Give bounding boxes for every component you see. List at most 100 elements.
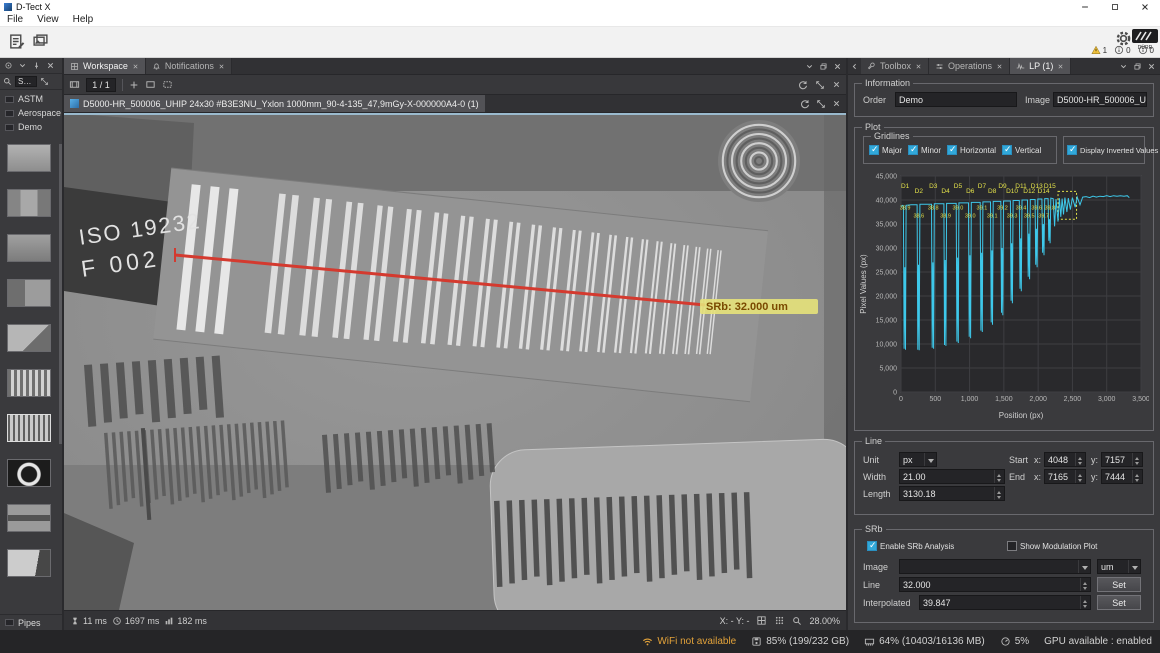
panel-menu-icon[interactable] (1119, 62, 1128, 71)
close-button[interactable] (1130, 0, 1160, 13)
thumbnail[interactable] (7, 459, 51, 487)
tree-item-aerospace[interactable]: Aerospace (0, 106, 62, 120)
set-interpolated-button[interactable]: Set (1097, 595, 1141, 610)
panel-menu-icon[interactable] (805, 62, 814, 71)
set-line-button[interactable]: Set (1097, 577, 1141, 592)
film-icon[interactable] (69, 79, 80, 90)
radiograph-viewer[interactable]: ISO 19232 F 002 (64, 113, 846, 610)
close-panel-icon[interactable] (833, 62, 842, 71)
chevron-down-icon[interactable] (18, 61, 27, 70)
menu-help[interactable]: Help (66, 14, 101, 25)
spinner[interactable] (1132, 453, 1142, 466)
tree-item-astm[interactable]: ASTM (0, 92, 62, 106)
close-panel-icon[interactable] (1147, 62, 1156, 71)
thumbnail-selected[interactable] (7, 414, 51, 442)
report-icon[interactable] (6, 31, 26, 51)
srb-line-field[interactable]: 32.000 (899, 577, 1091, 592)
checkbox-enable-srb-analysis[interactable]: Enable SRb Analysis (867, 541, 954, 551)
close-icon[interactable] (832, 80, 841, 89)
message-badge[interactable]: 0 (1138, 45, 1154, 55)
close-tab-icon[interactable] (218, 63, 225, 70)
fit-screen-icon[interactable] (816, 99, 826, 109)
marquee-icon[interactable] (162, 79, 173, 90)
dots-grid-icon[interactable] (774, 615, 785, 626)
srb-unit-select[interactable]: um (1097, 559, 1141, 574)
tab-operations[interactable]: Operations (929, 58, 1010, 74)
close-tab-icon[interactable] (132, 63, 139, 70)
tab-toolbox[interactable]: Toolbox (861, 58, 929, 74)
checkbox-horizontal[interactable]: Horizontal (947, 145, 996, 155)
fit-screen-icon[interactable] (815, 80, 825, 90)
spinner[interactable] (1075, 470, 1085, 483)
close-tab-icon[interactable] (1057, 63, 1064, 70)
minimize-button[interactable] (1070, 0, 1100, 13)
tree-item-demo[interactable]: Demo (0, 120, 62, 134)
spinner[interactable] (1080, 578, 1090, 591)
layout-icon[interactable] (145, 79, 156, 90)
close-icon[interactable] (832, 99, 841, 108)
menu-file[interactable]: File (0, 14, 30, 25)
checkbox-display-inverted-values[interactable]: Display Inverted Values (1067, 145, 1158, 155)
thumbnail[interactable] (7, 189, 51, 217)
svg-text:39.0: 39.0 (953, 206, 964, 212)
library-tree: ASTM Aerospace Demo (0, 92, 62, 134)
thumbnail-scrollbar[interactable] (59, 144, 62, 444)
srb-interpolated-field[interactable]: 39.847 (919, 595, 1091, 610)
spinner[interactable] (1132, 470, 1142, 483)
width-field[interactable]: 21.00 (899, 469, 1005, 484)
image-name-field[interactable]: D5000-HR_500006_UHIP 24x30 #B (1053, 92, 1147, 107)
zoom-icon[interactable] (792, 616, 802, 626)
menu-view[interactable]: View (30, 14, 66, 25)
zoom-level[interactable]: 28.00% (809, 616, 840, 626)
warning-badge[interactable]: 1 (1091, 45, 1107, 55)
checkbox-minor[interactable]: Minor (908, 145, 941, 155)
grid-toggle-icon[interactable] (756, 615, 767, 626)
srb-image-combo[interactable] (899, 559, 1091, 574)
unit-select[interactable]: px (899, 452, 937, 467)
thumbnail[interactable] (7, 324, 51, 352)
float-panel-icon[interactable] (1133, 62, 1142, 71)
image-tab[interactable]: D5000-HR_500006_UHIP 24x30 #B3E3NU_Yxlon… (64, 95, 485, 112)
tab-scroll-left-icon[interactable] (850, 62, 859, 71)
page-indicator[interactable]: 1 / 1 (86, 78, 116, 92)
close-panel-icon[interactable] (46, 61, 55, 70)
start-x-field[interactable]: 4048 (1044, 452, 1086, 467)
info-badge[interactable]: 0 (1114, 45, 1130, 55)
tree-item-pipes[interactable]: Pipes (0, 614, 62, 630)
image-manager-icon[interactable] (30, 31, 50, 51)
add-icon[interactable] (129, 80, 139, 90)
line-profile-chart[interactable]: 05,00010,00015,00020,00025,00030,00035,0… (857, 170, 1149, 422)
order-field[interactable]: Demo (895, 92, 1017, 107)
thumbnail[interactable] (7, 369, 51, 397)
end-y-field[interactable]: 7444 (1101, 469, 1143, 484)
spinner[interactable] (1080, 596, 1090, 609)
search-input[interactable]: Search (15, 76, 37, 87)
target-icon[interactable] (4, 61, 13, 70)
refresh-icon[interactable] (798, 80, 808, 90)
start-y-field[interactable]: 7157 (1101, 452, 1143, 467)
tab-lp[interactable]: LP (1) (1010, 58, 1071, 74)
thumbnail[interactable] (7, 279, 51, 307)
thumbnail[interactable] (7, 549, 51, 577)
float-panel-icon[interactable] (819, 62, 828, 71)
thumbnail[interactable] (7, 144, 51, 172)
checkbox-major[interactable]: Major (869, 145, 902, 155)
thumbnail[interactable] (7, 234, 51, 262)
refresh-icon[interactable] (800, 99, 810, 109)
end-x-field[interactable]: 7165 (1044, 469, 1086, 484)
length-field[interactable]: 3130.18 (899, 486, 1005, 501)
statusbar: WiFi not available 85% (199/232 GB) 64% … (0, 630, 1160, 653)
spinner[interactable] (994, 487, 1004, 500)
expand-search-icon[interactable] (40, 77, 49, 86)
close-tab-icon[interactable] (996, 63, 1003, 70)
checkbox-show-modulation-plot[interactable]: Show Modulation Plot (1007, 541, 1097, 551)
spinner[interactable] (1075, 453, 1085, 466)
tab-notifications[interactable]: Notifications (146, 58, 232, 74)
close-tab-icon[interactable] (915, 63, 922, 70)
checkbox-vertical[interactable]: Vertical (1002, 145, 1041, 155)
tab-workspace[interactable]: Workspace (64, 58, 146, 74)
maximize-button[interactable] (1100, 0, 1130, 13)
thumbnail[interactable] (7, 504, 51, 532)
pin-icon[interactable] (32, 61, 41, 70)
spinner[interactable] (994, 470, 1004, 483)
